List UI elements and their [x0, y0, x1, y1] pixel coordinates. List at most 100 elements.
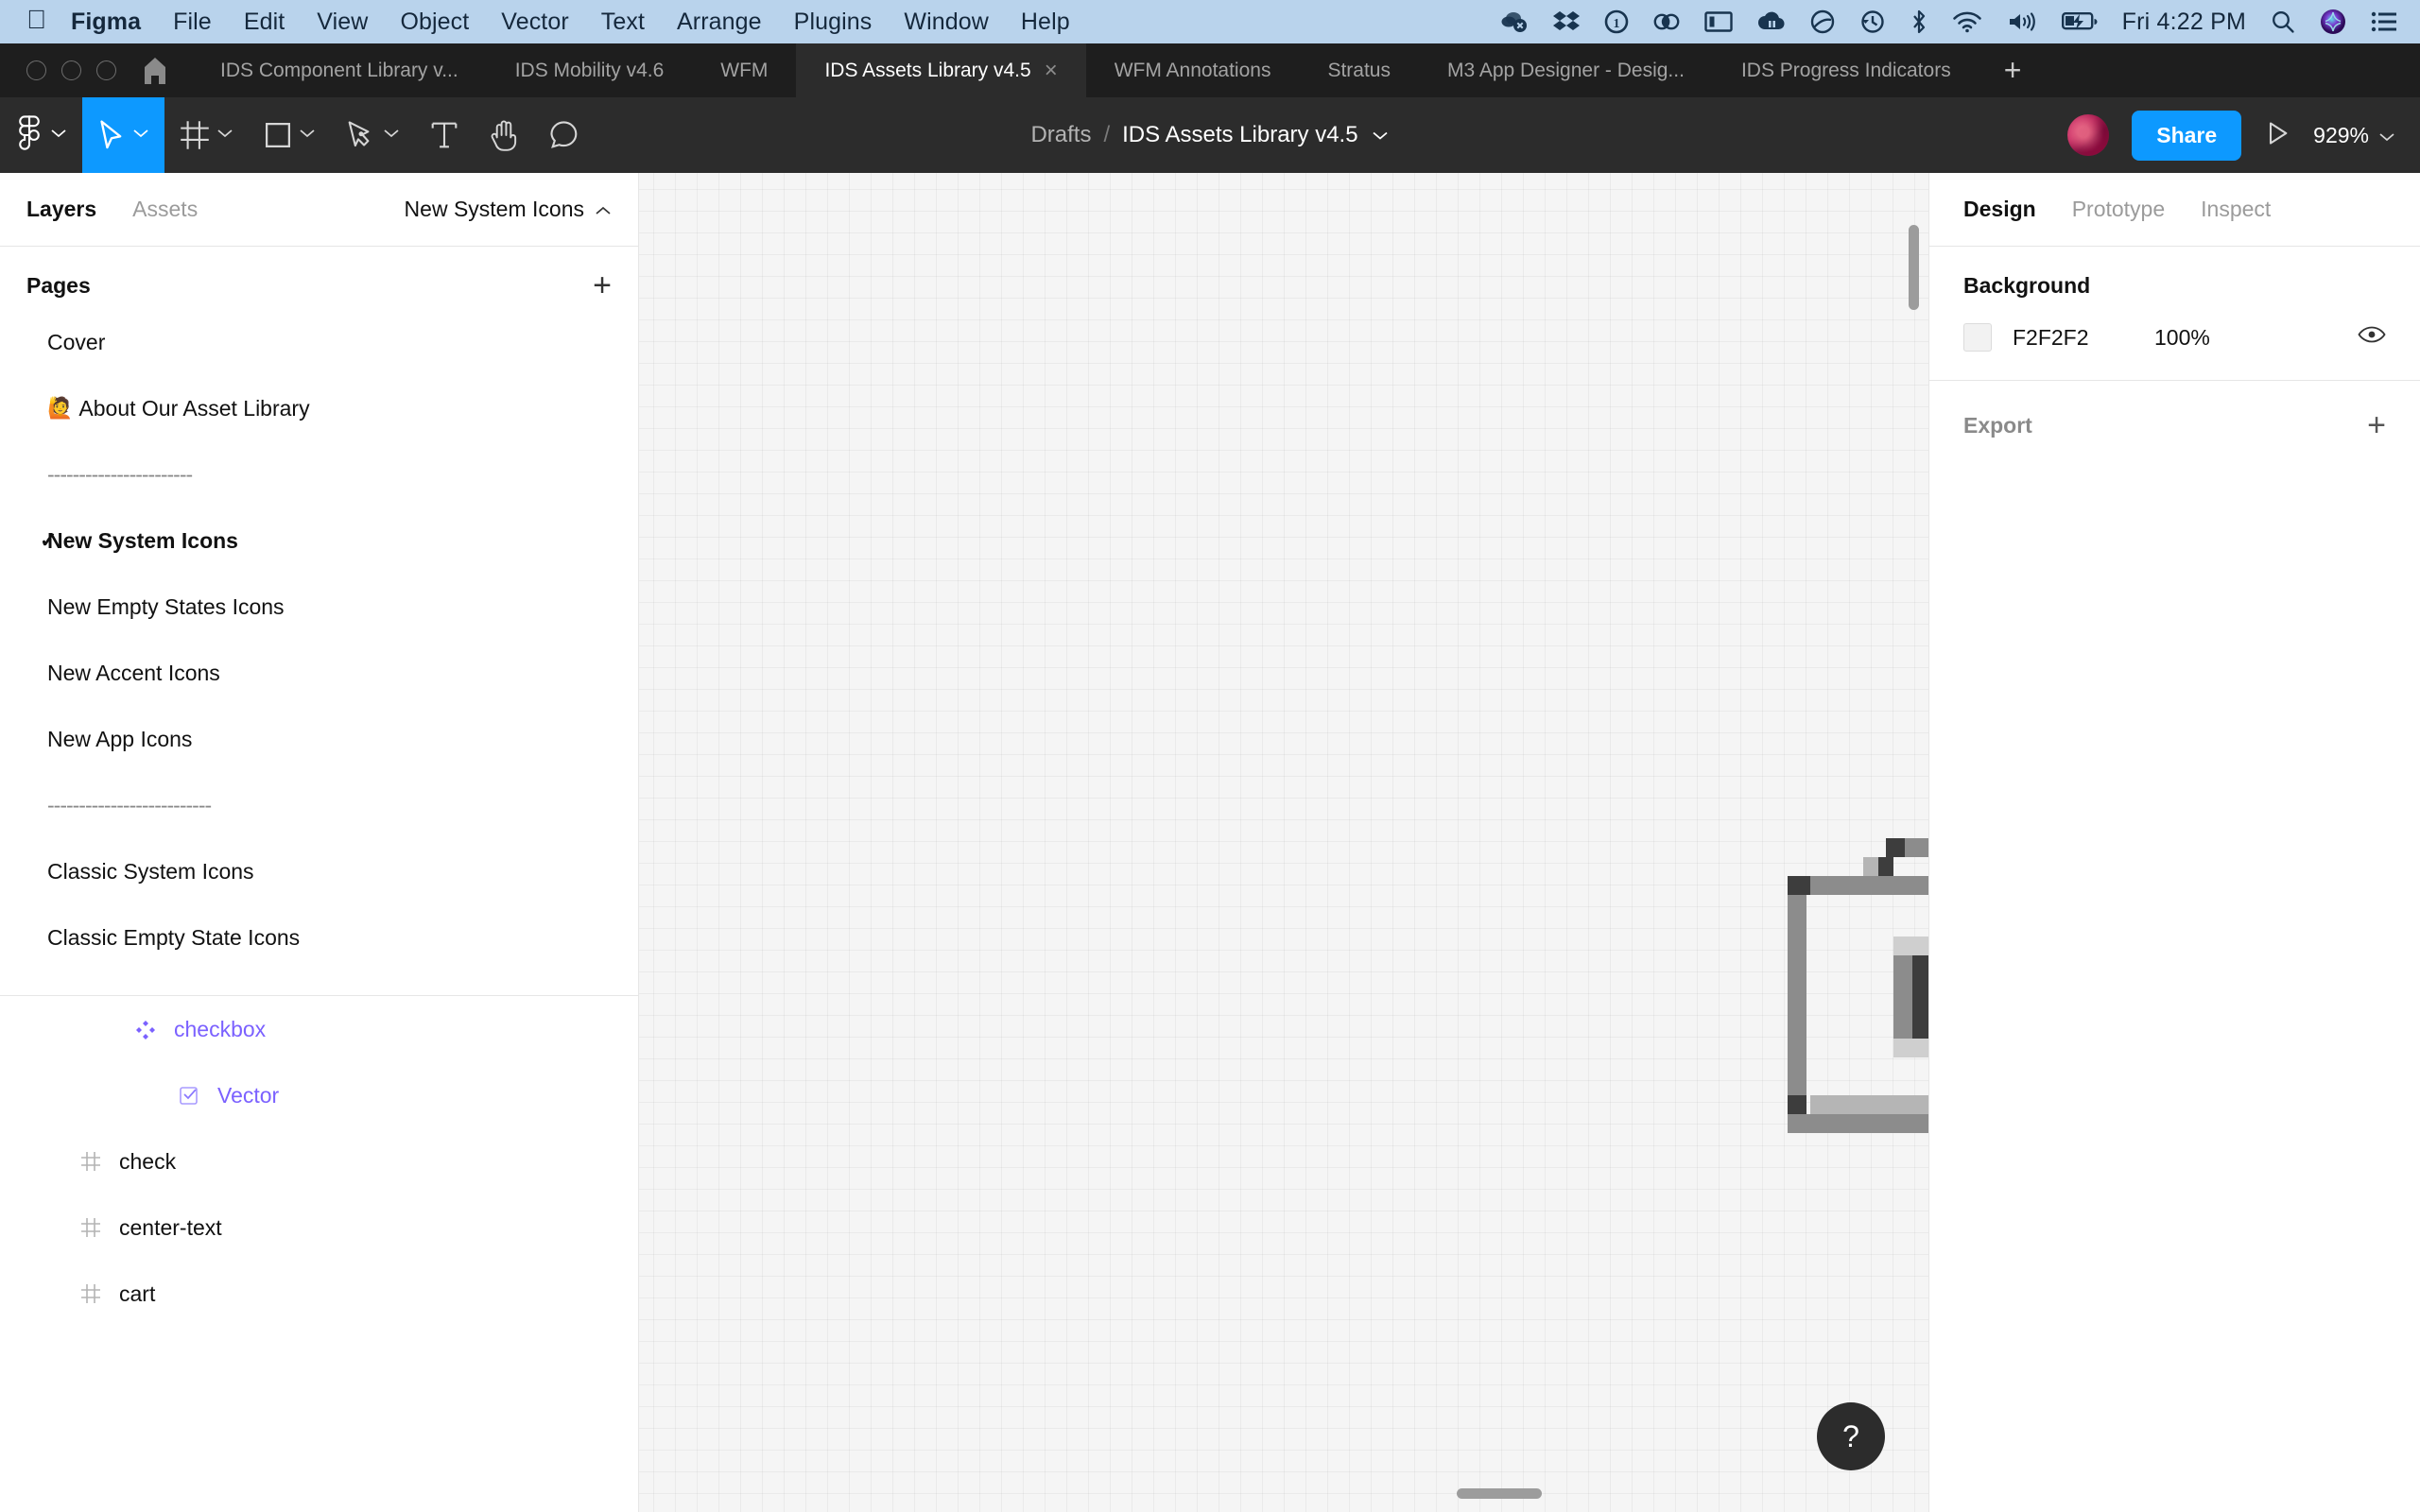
menu-item-text[interactable]: Text [601, 9, 645, 36]
tab-ids-progress-indicators[interactable]: IDS Progress Indicators [1713, 43, 1979, 97]
menu-item-help[interactable]: Help [1021, 9, 1070, 36]
eye-icon[interactable] [2358, 324, 2386, 351]
zoom-level-control[interactable]: 929% [2313, 123, 2395, 148]
component-instance-icon [132, 1019, 159, 1040]
tab-ids-component-library[interactable]: IDS Component Library v... [192, 43, 487, 97]
menu-item-plugins[interactable]: Plugins [794, 9, 873, 36]
chevron-down-icon[interactable] [50, 127, 67, 144]
vertical-scrollbar[interactable] [1909, 225, 1919, 310]
chevron-down-icon[interactable] [1371, 122, 1390, 148]
menu-bar-clock[interactable]: Fri 4:22 PM [2122, 9, 2246, 36]
horizontal-scrollbar[interactable] [1457, 1488, 1542, 1499]
list-item[interactable]: Vector [0, 1062, 638, 1128]
page-item-cover[interactable]: Cover [0, 309, 638, 375]
background-opacity-value[interactable]: 100% [2154, 325, 2268, 351]
add-export-button[interactable]: + [2367, 409, 2386, 441]
pages-section: Pages + Cover 🙋 About Our Asset Library … [0, 247, 638, 971]
page-item-new-app-icons[interactable]: New App Icons [0, 706, 638, 772]
close-button[interactable] [26, 60, 46, 80]
battery-charging-icon[interactable] [2061, 11, 2098, 32]
page-item-divider-1[interactable]: ----------------------- [0, 441, 638, 507]
one-password-icon[interactable]: 1 [1604, 9, 1629, 34]
time-machine-icon[interactable] [1859, 9, 1886, 34]
menu-item-figma[interactable]: Figma [71, 9, 141, 36]
tab-inspect[interactable]: Inspect [2201, 197, 2271, 222]
frame-hash-icon [78, 1217, 104, 1238]
bluetooth-icon[interactable] [1910, 9, 1927, 35]
list-item[interactable]: checkbox [0, 996, 638, 1062]
share-button[interactable]: Share [2132, 110, 2242, 161]
page-selector[interactable]: New System Icons [405, 197, 612, 222]
menu-item-vector[interactable]: Vector [501, 9, 568, 36]
tab-stratus[interactable]: Stratus [1299, 43, 1419, 97]
display-screen-icon[interactable] [1703, 10, 1733, 33]
canvas[interactable]: ? [639, 173, 1928, 1512]
chevron-down-icon[interactable] [216, 127, 233, 144]
page-item-new-system-icons[interactable]: ✓ New System Icons [0, 507, 638, 574]
tab-assets[interactable]: Assets [132, 197, 198, 222]
search-icon[interactable] [2271, 9, 2295, 34]
background-hex-value[interactable]: F2F2F2 [2013, 325, 2154, 351]
present-play-icon[interactable] [2264, 120, 2290, 151]
background-title: Background [1963, 273, 2091, 298]
camera-icon-pixel-preview[interactable] [1780, 831, 1928, 1171]
minimize-button[interactable] [61, 60, 81, 80]
maximize-button[interactable] [96, 60, 116, 80]
list-item[interactable]: center-text [0, 1194, 638, 1261]
frame-icon[interactable] [164, 97, 249, 173]
apple-logo-icon[interactable]:  [26, 7, 46, 33]
list-item[interactable]: cart [0, 1261, 638, 1327]
dropbox-icon[interactable] [1552, 9, 1580, 34]
pen-icon[interactable] [331, 97, 415, 173]
chevron-down-icon[interactable] [299, 127, 316, 144]
menu-item-arrange[interactable]: Arrange [677, 9, 762, 36]
cloud-sync-error-icon[interactable] [1500, 9, 1529, 34]
list-item[interactable]: check [0, 1128, 638, 1194]
chevron-down-icon[interactable] [383, 127, 400, 144]
menu-item-view[interactable]: View [317, 9, 368, 36]
tab-layers[interactable]: Layers [26, 197, 96, 222]
close-icon[interactable]: × [1045, 59, 1058, 82]
menu-item-object[interactable]: Object [400, 9, 469, 36]
tab-design[interactable]: Design [1963, 197, 2036, 222]
page-item-classic-system-icons[interactable]: Classic System Icons [0, 838, 638, 904]
page-item-classic-empty-state-icons[interactable]: Classic Empty State Icons [0, 904, 638, 971]
chevron-down-icon[interactable] [132, 127, 149, 144]
avatar[interactable] [2067, 114, 2110, 156]
add-page-button[interactable]: + [593, 269, 612, 301]
siri-icon[interactable] [2320, 9, 2346, 35]
rectangle-icon[interactable] [249, 97, 331, 173]
control-center-icon[interactable] [2371, 11, 2397, 32]
wifi-icon[interactable] [1952, 10, 1982, 33]
tab-wfm-annotations[interactable]: WFM Annotations [1086, 43, 1300, 97]
tab-prototype[interactable]: Prototype [2072, 197, 2165, 222]
page-item-divider-2[interactable]: -------------------------- [0, 772, 638, 838]
tab-wfm[interactable]: WFM [692, 43, 796, 97]
menu-item-file[interactable]: File [173, 9, 212, 36]
new-tab-button[interactable]: + [1979, 43, 2047, 97]
move-cursor-icon[interactable] [82, 97, 164, 173]
raising-hand-emoji-icon: 🙋 [47, 396, 74, 420]
menu-item-edit[interactable]: Edit [244, 9, 285, 36]
tab-ids-mobility[interactable]: IDS Mobility v4.6 [487, 43, 693, 97]
figma-home-icon[interactable] [137, 43, 192, 97]
menu-item-window[interactable]: Window [904, 9, 989, 36]
page-item-about-our-asset-library[interactable]: 🙋 About Our Asset Library [0, 375, 638, 441]
cloud-pause-icon[interactable] [1757, 11, 1786, 32]
tab-ids-assets-library[interactable]: IDS Assets Library v4.5 × [796, 43, 1086, 97]
help-button[interactable]: ? [1817, 1402, 1885, 1470]
figma-menu-icon[interactable] [0, 97, 82, 173]
no-entry-circle-icon[interactable] [1810, 9, 1835, 34]
hand-icon[interactable] [474, 97, 534, 173]
page-item-new-empty-states-icons[interactable]: New Empty States Icons [0, 574, 638, 640]
comment-icon[interactable] [534, 97, 595, 173]
text-icon[interactable] [415, 97, 474, 173]
volume-icon[interactable] [2007, 10, 2037, 33]
check-icon: ✓ [40, 528, 58, 552]
color-swatch[interactable] [1963, 323, 1992, 352]
breadcrumb-project[interactable]: Drafts [1030, 122, 1091, 148]
page-title[interactable]: IDS Assets Library v4.5 [1122, 122, 1357, 148]
page-item-new-accent-icons[interactable]: New Accent Icons [0, 640, 638, 706]
tab-m3-app-designer[interactable]: M3 App Designer - Desig... [1419, 43, 1713, 97]
adobe-creative-cloud-icon[interactable] [1653, 10, 1680, 33]
